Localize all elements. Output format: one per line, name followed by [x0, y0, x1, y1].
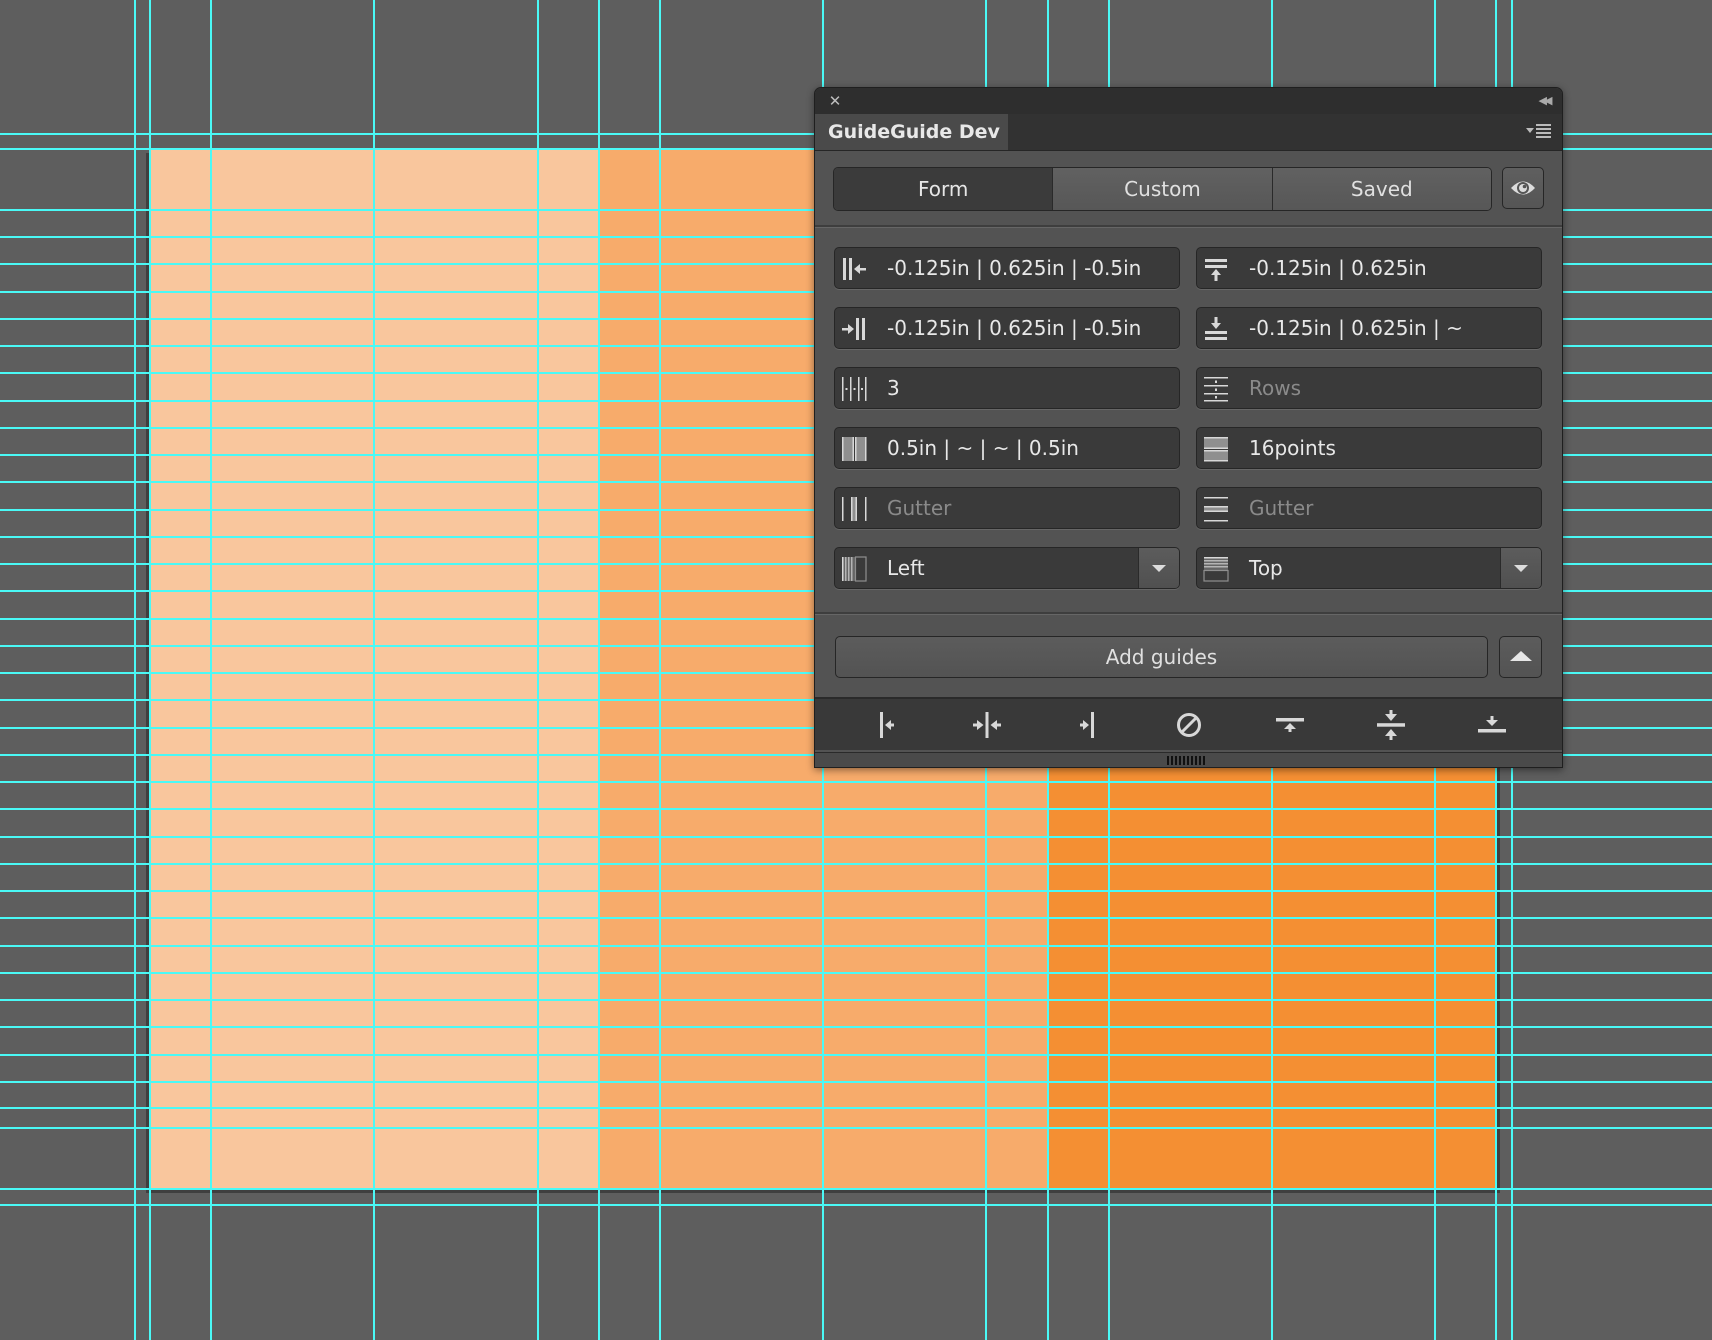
guide-vertical-midpoint-button[interactable] — [967, 705, 1007, 745]
top-margin-field[interactable]: -0.125in | 0.625in — [1196, 247, 1542, 289]
add-guides-button[interactable]: Add guides — [835, 636, 1488, 678]
horizontal-guide[interactable] — [0, 781, 1712, 783]
right-margin-icon — [842, 318, 865, 340]
guide-horizontal-midpoint-button[interactable] — [1371, 705, 1411, 745]
resize-grip-handle[interactable] — [1167, 756, 1207, 765]
column-gutter-placeholder: Gutter — [887, 496, 952, 520]
row-position-icon — [1203, 557, 1229, 582]
horizontal-position-select[interactable]: Left — [834, 547, 1180, 589]
rows-icon — [1204, 377, 1228, 402]
panel-titlebar[interactable]: ✕ ◀◀ — [815, 88, 1562, 115]
horizontal-guide[interactable] — [0, 808, 1712, 810]
horizontal-guide[interactable] — [0, 863, 1712, 865]
horizontal-guide[interactable] — [0, 999, 1712, 1001]
guide-right-icon — [1079, 711, 1094, 738]
horizontal-guide[interactable] — [0, 972, 1712, 974]
vertical-guide[interactable] — [659, 0, 661, 1340]
horizontal-position-value: Left — [887, 556, 925, 580]
row-gutter-placeholder: Gutter — [1249, 496, 1314, 520]
column-position-icon — [842, 556, 867, 582]
tab-saved[interactable]: Saved — [1271, 168, 1491, 210]
panel-tab-strip: GuideGuide Dev — [815, 114, 1562, 151]
guide-top-icon — [1275, 717, 1304, 732]
vertical-guide[interactable] — [149, 0, 151, 1340]
guide-horizontal-midpoint-icon — [1376, 709, 1405, 740]
guide-vertical-midpoint-icon — [972, 711, 1001, 738]
row-height-value: 16points — [1249, 436, 1336, 460]
panel-title-tab[interactable]: GuideGuide Dev — [815, 114, 1008, 150]
column-width-field[interactable]: 0.5in | ~ | ~ | 0.5in — [834, 427, 1180, 469]
triangle-up-icon[interactable] — [1499, 636, 1542, 678]
left-margin-value: -0.125in | 0.625in | -0.5in — [887, 256, 1142, 280]
top-margin-icon — [1205, 259, 1227, 281]
horizontal-guide[interactable] — [0, 1054, 1712, 1056]
vertical-guide[interactable] — [598, 0, 600, 1340]
clear-guides-button[interactable] — [1169, 705, 1209, 745]
columns-icon — [842, 377, 867, 401]
horizontal-guide[interactable] — [0, 836, 1712, 838]
guide-left-button[interactable] — [866, 705, 906, 745]
rows-placeholder: Rows — [1249, 376, 1302, 400]
column-width-value: 0.5in | ~ | ~ | 0.5in — [887, 436, 1079, 460]
tab-form[interactable]: Form — [834, 168, 1053, 210]
vertical-guide[interactable] — [210, 0, 212, 1340]
column-width-icon — [842, 437, 867, 461]
guide-left-icon — [879, 711, 894, 738]
bottom-margin-icon — [1205, 317, 1227, 340]
row-height-field[interactable]: 16points — [1196, 427, 1542, 469]
toggle-guides-visibility-button[interactable] — [1502, 167, 1544, 209]
vertical-guide[interactable] — [373, 0, 375, 1340]
left-margin-field[interactable]: -0.125in | 0.625in | -0.5in — [834, 247, 1180, 289]
horizontal-guide[interactable] — [0, 1081, 1712, 1083]
clear-icon — [1176, 712, 1201, 737]
right-margin-field[interactable]: -0.125in | 0.625in | -0.5in — [834, 307, 1180, 349]
column-gutter-field[interactable]: Gutter — [834, 487, 1180, 529]
left-margin-icon — [843, 258, 866, 280]
double-chevron-left-icon[interactable]: ◀◀ — [1534, 91, 1554, 111]
bottom-margin-field[interactable]: -0.125in | 0.625in | ~ — [1196, 307, 1542, 349]
vertical-position-dropdown-button[interactable] — [1500, 548, 1541, 588]
horizontal-guide[interactable] — [0, 945, 1712, 947]
mode-tabs: Form Custom Saved — [833, 167, 1492, 211]
quick-guides-toolbar — [815, 697, 1562, 750]
right-margin-value: -0.125in | 0.625in | -0.5in — [887, 316, 1142, 340]
horizontal-guide[interactable] — [0, 1127, 1712, 1129]
rows-field[interactable]: Rows — [1196, 367, 1542, 409]
vertical-position-select[interactable]: Top — [1196, 547, 1542, 589]
row-gutter-field[interactable]: Gutter — [1196, 487, 1542, 529]
vertical-position-value: Top — [1249, 556, 1283, 580]
guide-right-button[interactable] — [1068, 705, 1108, 745]
horizontal-guide[interactable] — [0, 890, 1712, 892]
row-height-icon — [1204, 437, 1228, 462]
columns-field[interactable]: 3 — [834, 367, 1180, 409]
columns-value: 3 — [887, 376, 900, 400]
row-gutter-icon — [1204, 497, 1228, 522]
horizontal-guide[interactable] — [0, 917, 1712, 919]
guide-bottom-button[interactable] — [1472, 705, 1512, 745]
section-divider — [815, 225, 1562, 228]
horizontal-guide[interactable] — [0, 1204, 1712, 1206]
horizontal-guide[interactable] — [0, 1026, 1712, 1028]
top-margin-value: -0.125in | 0.625in — [1249, 256, 1427, 280]
horizontal-position-dropdown-button[interactable] — [1138, 548, 1179, 588]
guideguide-panel: ✕ ◀◀ GuideGuide Dev Form Custom Saved -0… — [814, 87, 1563, 768]
bottom-margin-value: -0.125in | 0.625in | ~ — [1249, 316, 1463, 340]
eye-icon — [1511, 181, 1535, 195]
vertical-guide[interactable] — [134, 0, 136, 1340]
panel-resize-bar — [815, 752, 1562, 767]
horizontal-guide[interactable] — [0, 1107, 1712, 1109]
flyout-menu-icon[interactable] — [1526, 122, 1556, 142]
vertical-guide[interactable] — [537, 0, 539, 1340]
close-icon[interactable]: ✕ — [825, 91, 845, 111]
guide-top-button[interactable] — [1270, 705, 1310, 745]
section-divider — [815, 612, 1562, 615]
horizontal-guide[interactable] — [0, 1188, 1712, 1190]
column-gutter-icon — [842, 497, 867, 521]
tab-custom[interactable]: Custom — [1052, 168, 1272, 210]
guide-bottom-icon — [1477, 715, 1506, 732]
